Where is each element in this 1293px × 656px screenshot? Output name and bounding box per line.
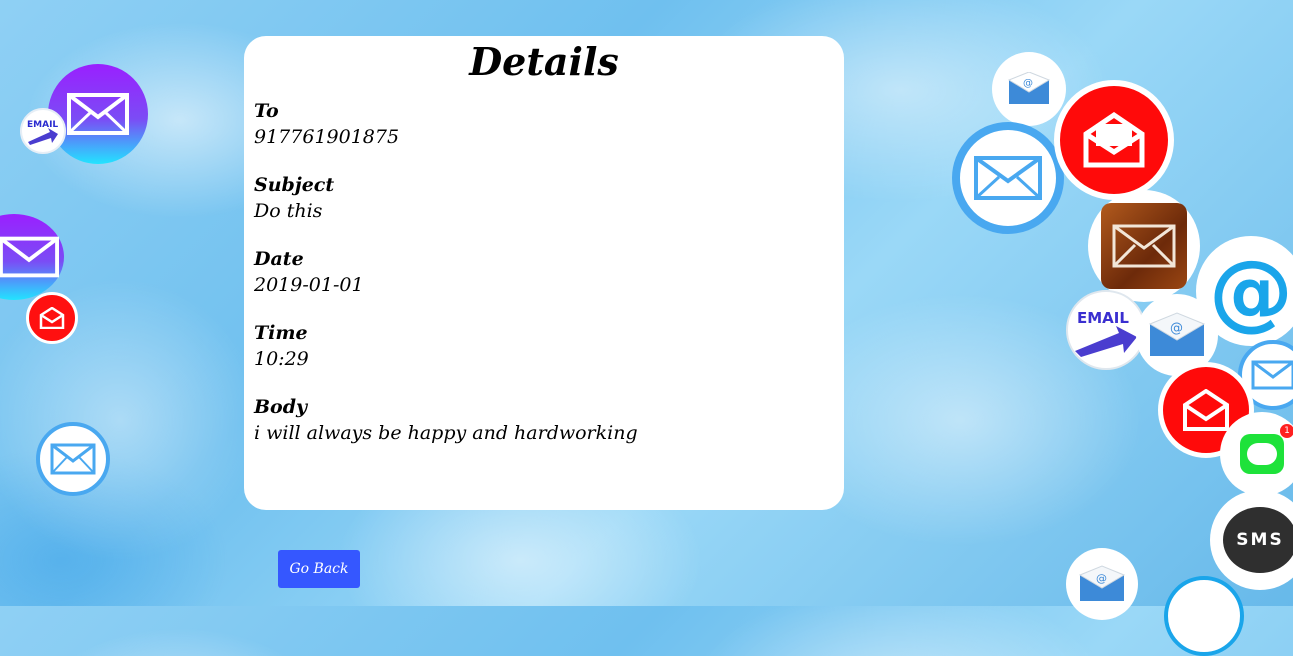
svg-text:@: @ — [1170, 321, 1183, 336]
wooden-mail-icon — [1088, 190, 1200, 302]
email-arrow-icon-right: EMAIL — [1066, 290, 1146, 370]
at-symbol-text: @ — [1023, 78, 1033, 89]
time-label: Time — [254, 322, 308, 344]
page-title: Details — [469, 39, 619, 84]
at-mail-icon: @ — [992, 52, 1066, 126]
message-app-icon: 1 — [1220, 412, 1293, 496]
date-label: Date — [254, 248, 304, 270]
purple-mail-icon — [48, 64, 148, 164]
blue-ring-mail-icon — [36, 422, 110, 496]
sms-icon: SMS — [1210, 490, 1293, 590]
to-field: To 917761901875 — [254, 98, 834, 150]
at-ring-icon-bottom — [1164, 576, 1244, 656]
email-badge-text: EMAIL — [27, 120, 58, 130]
go-back-button[interactable]: Go Back — [278, 550, 360, 588]
subject-field: Subject Do this — [254, 172, 834, 224]
time-value: 10:29 — [254, 348, 309, 370]
notification-badge: 1 — [1280, 424, 1293, 438]
subject-value: Do this — [254, 200, 323, 222]
body-field: Body i will always be happy and hardwork… — [254, 394, 834, 446]
svg-text:@: @ — [1096, 572, 1107, 585]
date-value: 2019-01-01 — [254, 274, 364, 296]
to-label: To — [254, 100, 279, 122]
details-card: Details To 917761901875 Subject Do this … — [244, 36, 844, 510]
to-value: 917761901875 — [254, 126, 400, 148]
subject-label: Subject — [254, 174, 335, 196]
red-open-mail-icon — [1054, 80, 1174, 200]
at-mail-icon-bottom: @ — [1066, 548, 1138, 620]
purple-mail-icon-2 — [0, 214, 64, 300]
body-value: i will always be happy and hardworking — [254, 422, 638, 444]
date-field: Date 2019-01-01 — [254, 246, 834, 298]
red-mail-icon-small — [26, 292, 78, 344]
email-badge-text-right: EMAIL — [1077, 309, 1129, 327]
large-blue-mail-icon — [952, 122, 1064, 234]
body-label: Body — [254, 396, 308, 418]
email-arrow-icon: EMAIL — [20, 108, 66, 154]
sms-badge-text: SMS — [1236, 530, 1284, 550]
time-field: Time 10:29 — [254, 320, 834, 372]
